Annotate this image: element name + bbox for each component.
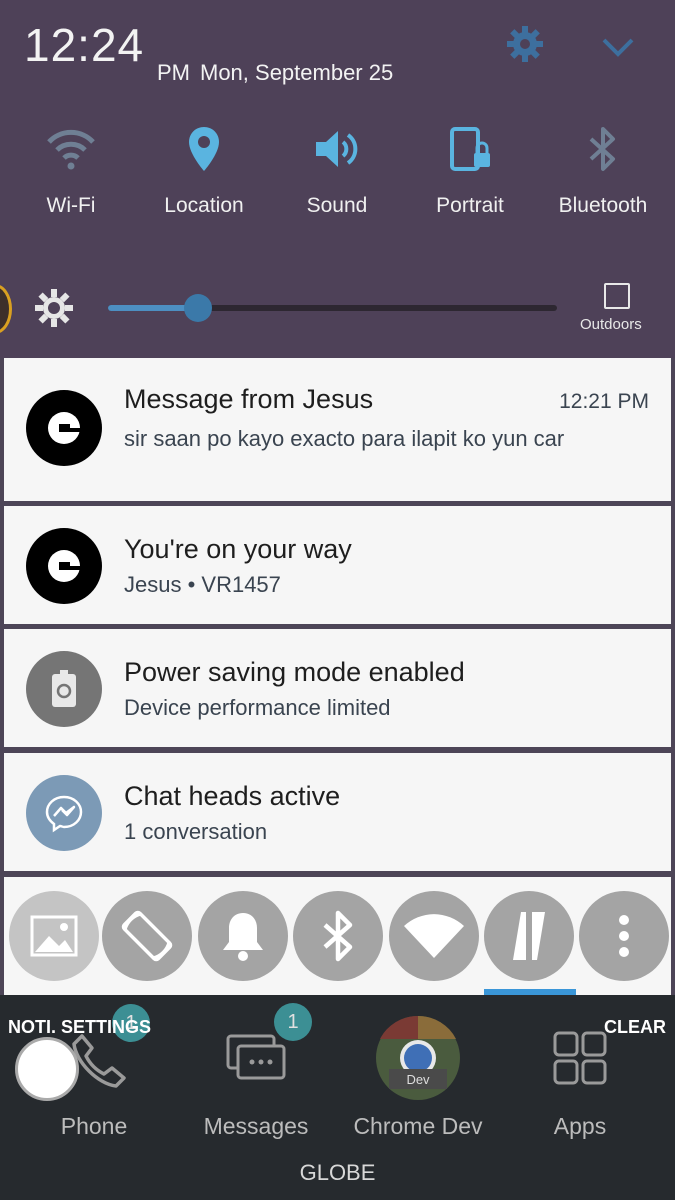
data-transfer-icon <box>513 912 545 960</box>
qs-location-label: Location <box>164 194 244 217</box>
carrier-label: GLOBE <box>299 1160 376 1185</box>
battery-recycle-icon <box>26 651 102 727</box>
dock-label-chrome-dev: Chrome Dev <box>353 1113 483 1139</box>
notification-uber-trip[interactable]: You're on your way Jesus • VR1457 <box>4 506 671 624</box>
wifi-toggle[interactable] <box>389 891 479 981</box>
more-toggle[interactable] <box>579 891 669 981</box>
clear-button[interactable]: CLEAR <box>604 1017 666 1038</box>
portrait-lock-icon <box>450 127 490 171</box>
bluetooth-toggle[interactable] <box>293 891 383 981</box>
qs-wifi[interactable]: Wi-Fi <box>4 118 138 218</box>
brightness-thumb[interactable] <box>184 294 212 322</box>
notification-text: sir saan po kayo exacto para ilapit ko y… <box>124 426 565 451</box>
settings-gear-icon[interactable] <box>505 24 545 64</box>
clock: 12:24 <box>24 19 145 71</box>
sound-icon <box>316 131 358 167</box>
bluetooth-icon <box>323 910 353 962</box>
notification-title: You're on your way <box>124 534 352 564</box>
notification-title: Message from Jesus <box>124 384 374 414</box>
brightness-sun-icon <box>35 289 73 327</box>
notification-uber-message[interactable]: Message from Jesus 12:21 PM sir saan po … <box>4 358 671 501</box>
notification-title: Chat heads active <box>124 781 341 811</box>
qs-wifi-label: Wi-Fi <box>46 194 96 217</box>
notification-text: 1 conversation <box>124 819 268 844</box>
chrome-dev-sub: Dev <box>406 1072 430 1087</box>
location-pin-icon <box>189 127 219 171</box>
messenger-icon <box>26 775 102 851</box>
noti-settings-button[interactable]: NOTI. SETTINGS <box>8 1017 151 1038</box>
notification-text: Device performance limited <box>124 695 391 720</box>
more-vert-icon <box>619 915 629 957</box>
ampm: PM <box>157 60 190 85</box>
qs-portrait[interactable]: Portrait <box>403 118 537 218</box>
assistive-touch-button[interactable] <box>15 1037 79 1101</box>
quick-toggles-row <box>4 877 671 995</box>
qs-bluetooth-label: Bluetooth <box>558 194 648 217</box>
uber-icon <box>26 528 102 604</box>
notification-power-saving[interactable]: Power saving mode enabled Device perform… <box>4 629 671 747</box>
dock-label-messages: Messages <box>203 1113 309 1139</box>
qs-location[interactable]: Location <box>137 118 271 218</box>
notification-text: Jesus • VR1457 <box>124 572 281 597</box>
outdoors-label: Outdoors <box>580 316 642 333</box>
notification-title: Power saving mode enabled <box>124 657 465 687</box>
auto-rotate-toggle[interactable] <box>102 891 192 981</box>
messages-badge: 1 <box>274 1003 312 1041</box>
qs-bluetooth[interactable]: Bluetooth <box>536 118 670 218</box>
chevron-down-icon[interactable] <box>598 30 638 64</box>
qs-portrait-label: Portrait <box>436 194 504 217</box>
chrome-dev-icon[interactable]: Dev <box>375 1015 461 1101</box>
wifi-icon <box>47 129 95 170</box>
date: Mon, September 25 <box>200 60 394 85</box>
image-toggle[interactable] <box>9 891 99 981</box>
wifi-icon <box>404 914 464 958</box>
date-line: PM Mon, September 25 <box>157 60 393 86</box>
quick-settings-row: Wi-Fi Location Sound Portrait Bluetooth <box>0 118 675 238</box>
apps-grid-icon[interactable] <box>552 1030 608 1086</box>
bluetooth-icon <box>589 127 615 171</box>
sound-toggle[interactable] <box>198 891 288 981</box>
notification-time: 12:21 PM <box>559 390 649 413</box>
brightness-slider[interactable] <box>108 294 557 322</box>
notification-chat-heads[interactable]: Chat heads active 1 conversation <box>4 753 671 871</box>
image-icon <box>30 915 78 957</box>
mobile-data-toggle[interactable] <box>484 891 574 981</box>
bell-icon <box>223 913 263 961</box>
qs-sound-label: Sound <box>306 194 368 217</box>
dock-label-apps: Apps <box>553 1113 607 1139</box>
dock-label-phone: Phone <box>60 1113 128 1139</box>
uber-icon <box>26 390 102 466</box>
messages-icon[interactable] <box>225 1033 289 1085</box>
outdoors-checkbox[interactable] <box>604 283 630 309</box>
brightness-row: Outdoors <box>0 268 675 348</box>
qs-sound[interactable]: Sound <box>270 118 404 218</box>
quick-settings-panel: 12:24 PM Mon, September 25 Wi-Fi Locatio… <box>0 0 675 358</box>
auto-rotate-icon <box>121 910 173 962</box>
